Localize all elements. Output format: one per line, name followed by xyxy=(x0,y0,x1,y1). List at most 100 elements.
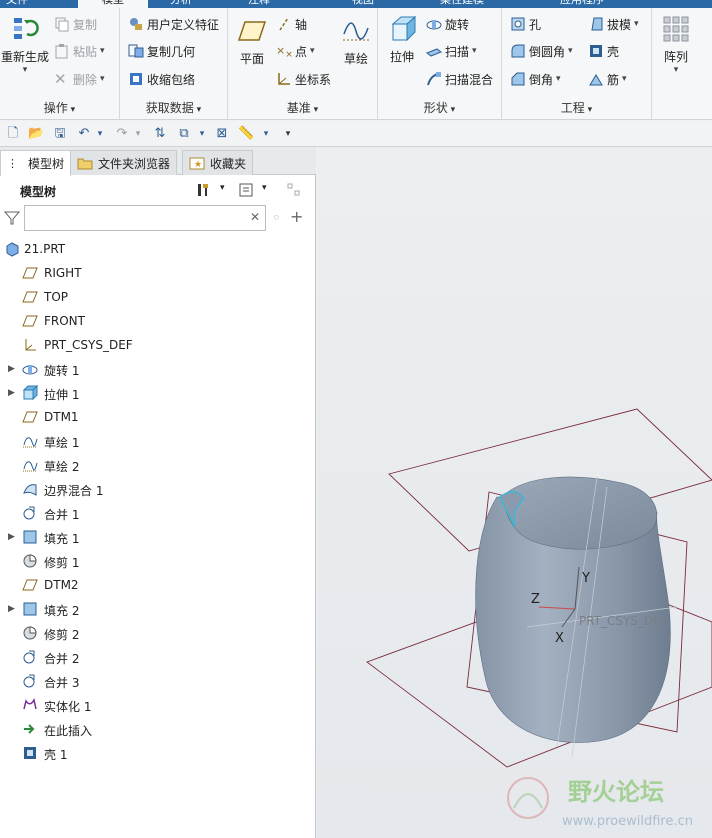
regenerate-small-icon[interactable]: ⇅ xyxy=(152,126,168,142)
revolve-icon xyxy=(426,16,442,32)
tab-flexible-modeling[interactable]: 柔性建模 xyxy=(440,0,484,8)
tree-item[interactable]: PRT_CSYS_DEF xyxy=(0,333,316,357)
undo-dropdown-chevron-icon[interactable]: ▾ xyxy=(92,126,108,142)
delete-button[interactable]: ✕ 删除 ▾ xyxy=(54,69,105,89)
funnel-filter-icon[interactable] xyxy=(3,210,21,226)
customize-toolbar-icon[interactable]: ▾ xyxy=(280,126,296,142)
hole-button[interactable]: 孔 xyxy=(510,14,541,34)
show-settings-icon[interactable] xyxy=(238,182,254,198)
group-title-get-data[interactable]: 获取数据 xyxy=(120,99,227,116)
expand-chevron-icon[interactable]: ▶ xyxy=(8,604,15,614)
sweep-button[interactable]: 扫描 ▾ xyxy=(425,41,477,61)
tree-item[interactable]: FRONT xyxy=(0,309,316,333)
group-title-datum[interactable]: 基准 xyxy=(228,99,377,116)
tab-annotate[interactable]: 注释 xyxy=(248,0,270,8)
tree-item[interactable]: ▶ 填充 2 xyxy=(0,597,316,621)
tree-root-item[interactable]: 21.PRT xyxy=(0,237,316,261)
tab-favorites[interactable]: ★ 收藏夹 xyxy=(182,150,254,175)
tree-item[interactable]: 合并 3 xyxy=(0,669,316,693)
graphics-viewport[interactable]: Z Y X PRT_CSYS_DEF xyxy=(317,147,712,838)
tree-item[interactable]: ▶ 拉伸 1 xyxy=(0,381,316,405)
new-file-icon[interactable]: 🗋 xyxy=(5,126,21,142)
windows-dropdown-chevron-icon[interactable]: ▾ xyxy=(194,126,210,142)
revolve-button[interactable]: 旋转 xyxy=(426,14,469,34)
paste-button[interactable]: 粘贴 ▾ xyxy=(54,41,105,61)
tab-model[interactable]: 模型 xyxy=(78,0,148,8)
clear-search-icon[interactable]: ✕ xyxy=(250,210,260,224)
expand-chevron-icon[interactable]: ▶ xyxy=(8,364,15,374)
regenerate-button[interactable]: 重新生成 ▾ xyxy=(0,14,50,75)
tree-item[interactable]: TOP xyxy=(0,285,316,309)
ruler-icon[interactable]: 📏 xyxy=(238,126,254,142)
draft-button[interactable]: 拔模 ▾ xyxy=(588,14,639,34)
settings-dropdown-chevron-icon[interactable]: ▾ xyxy=(262,183,267,193)
close-window-icon[interactable]: ⊠ xyxy=(214,126,230,142)
chevron-down-icon[interactable]: ▾ xyxy=(0,65,50,75)
tab-applications[interactable]: 应用程序 xyxy=(560,0,604,8)
copy-button[interactable]: 复制 xyxy=(54,14,97,34)
pattern-button[interactable]: 阵列 ▾ xyxy=(656,14,696,75)
tree-item[interactable]: 边界混合 1 xyxy=(0,477,316,501)
revolve-icon xyxy=(22,361,38,377)
model-tree-search-input[interactable] xyxy=(24,205,266,231)
swept-blend-button[interactable]: 扫描混合 xyxy=(426,69,493,89)
group-title-operations[interactable]: 操作 xyxy=(0,99,119,116)
tree-item[interactable]: 实体化 1 xyxy=(0,693,316,717)
udf-button[interactable]: 用户定义特征 xyxy=(128,14,219,34)
group-title-engineering[interactable]: 工程 xyxy=(502,99,651,116)
tab-analysis[interactable]: 分析 xyxy=(170,0,192,8)
tab-file[interactable]: 文件 xyxy=(6,0,28,8)
extrude-button[interactable]: 拉伸 xyxy=(382,14,422,65)
tree-item[interactable]: 草绘 1 xyxy=(0,429,316,453)
round-button[interactable]: 倒圆角 ▾ xyxy=(510,41,573,61)
tools-hammer-icon[interactable] xyxy=(196,182,212,198)
shell-button[interactable]: 壳 xyxy=(588,41,619,61)
tab-view[interactable]: 视图 xyxy=(352,0,374,8)
csys-button[interactable]: 坐标系 xyxy=(276,69,331,89)
plane-button[interactable]: 平面 xyxy=(232,16,272,67)
filter-tree-icon[interactable] xyxy=(286,182,302,198)
tab-model-tree[interactable]: ⋮ 模型树 xyxy=(0,150,72,176)
tab-folder-browser[interactable]: 文件夹浏览器 xyxy=(70,150,178,175)
tree-item[interactable]: 在此插入 xyxy=(0,717,316,741)
tools-dropdown-chevron-icon[interactable]: ▾ xyxy=(220,183,225,193)
watermark-logo-icon xyxy=(507,777,549,819)
redo-dropdown-chevron-icon[interactable]: ▾ xyxy=(130,126,146,142)
open-folder-icon[interactable]: 📂 xyxy=(28,126,44,142)
tree-item[interactable]: RIGHT xyxy=(0,261,316,285)
axis-button[interactable]: 轴 xyxy=(276,14,307,34)
search-dropdown-icon[interactable]: ◦ xyxy=(272,209,281,227)
copy-geometry-button[interactable]: 复制几何 xyxy=(128,41,195,61)
shrinkwrap-button[interactable]: 收缩包络 xyxy=(128,69,195,89)
paste-label: 粘贴 xyxy=(73,44,98,59)
rib-button[interactable]: 筋 ▾ xyxy=(588,69,627,89)
redo-icon[interactable]: ↷ xyxy=(114,126,130,142)
point-button[interactable]: ×× 点 ▾ xyxy=(276,41,315,61)
group-title-shapes[interactable]: 形状 xyxy=(378,99,501,116)
merge-icon xyxy=(22,649,38,665)
tree-item[interactable]: 草绘 2 xyxy=(0,453,316,477)
add-filter-plus-icon[interactable]: + xyxy=(290,207,303,226)
fill-icon xyxy=(22,601,38,617)
tree-item[interactable]: 合并 1 xyxy=(0,501,316,525)
tree-item[interactable]: DTM1 xyxy=(0,405,316,429)
expand-chevron-icon[interactable]: ▶ xyxy=(8,388,15,398)
tree-item[interactable]: 合并 2 xyxy=(0,645,316,669)
udf-icon xyxy=(128,16,144,32)
tree-item[interactable]: 修剪 1 xyxy=(0,549,316,573)
tree-item[interactable]: ▶ 旋转 1 xyxy=(0,357,316,381)
measure-dropdown-chevron-icon[interactable]: ▾ xyxy=(258,126,274,142)
tree-item[interactable]: DTM2 xyxy=(0,573,316,597)
rib-icon xyxy=(588,71,604,87)
expand-chevron-icon[interactable]: ▶ xyxy=(8,532,15,542)
sketch-button[interactable]: 草绘 xyxy=(336,16,376,67)
tree-item[interactable]: 壳 1 xyxy=(0,741,316,765)
chamfer-button[interactable]: 倒角 ▾ xyxy=(510,69,561,89)
tree-item[interactable]: ▶ 填充 1 xyxy=(0,525,316,549)
windows-icon[interactable]: ⧉ xyxy=(176,126,192,142)
save-icon[interactable]: 🖫 xyxy=(52,126,68,142)
undo-icon[interactable]: ↶ xyxy=(76,126,92,142)
datum-plane-icon xyxy=(22,313,38,329)
svg-text:★: ★ xyxy=(194,160,202,170)
tree-item[interactable]: 修剪 2 xyxy=(0,621,316,645)
